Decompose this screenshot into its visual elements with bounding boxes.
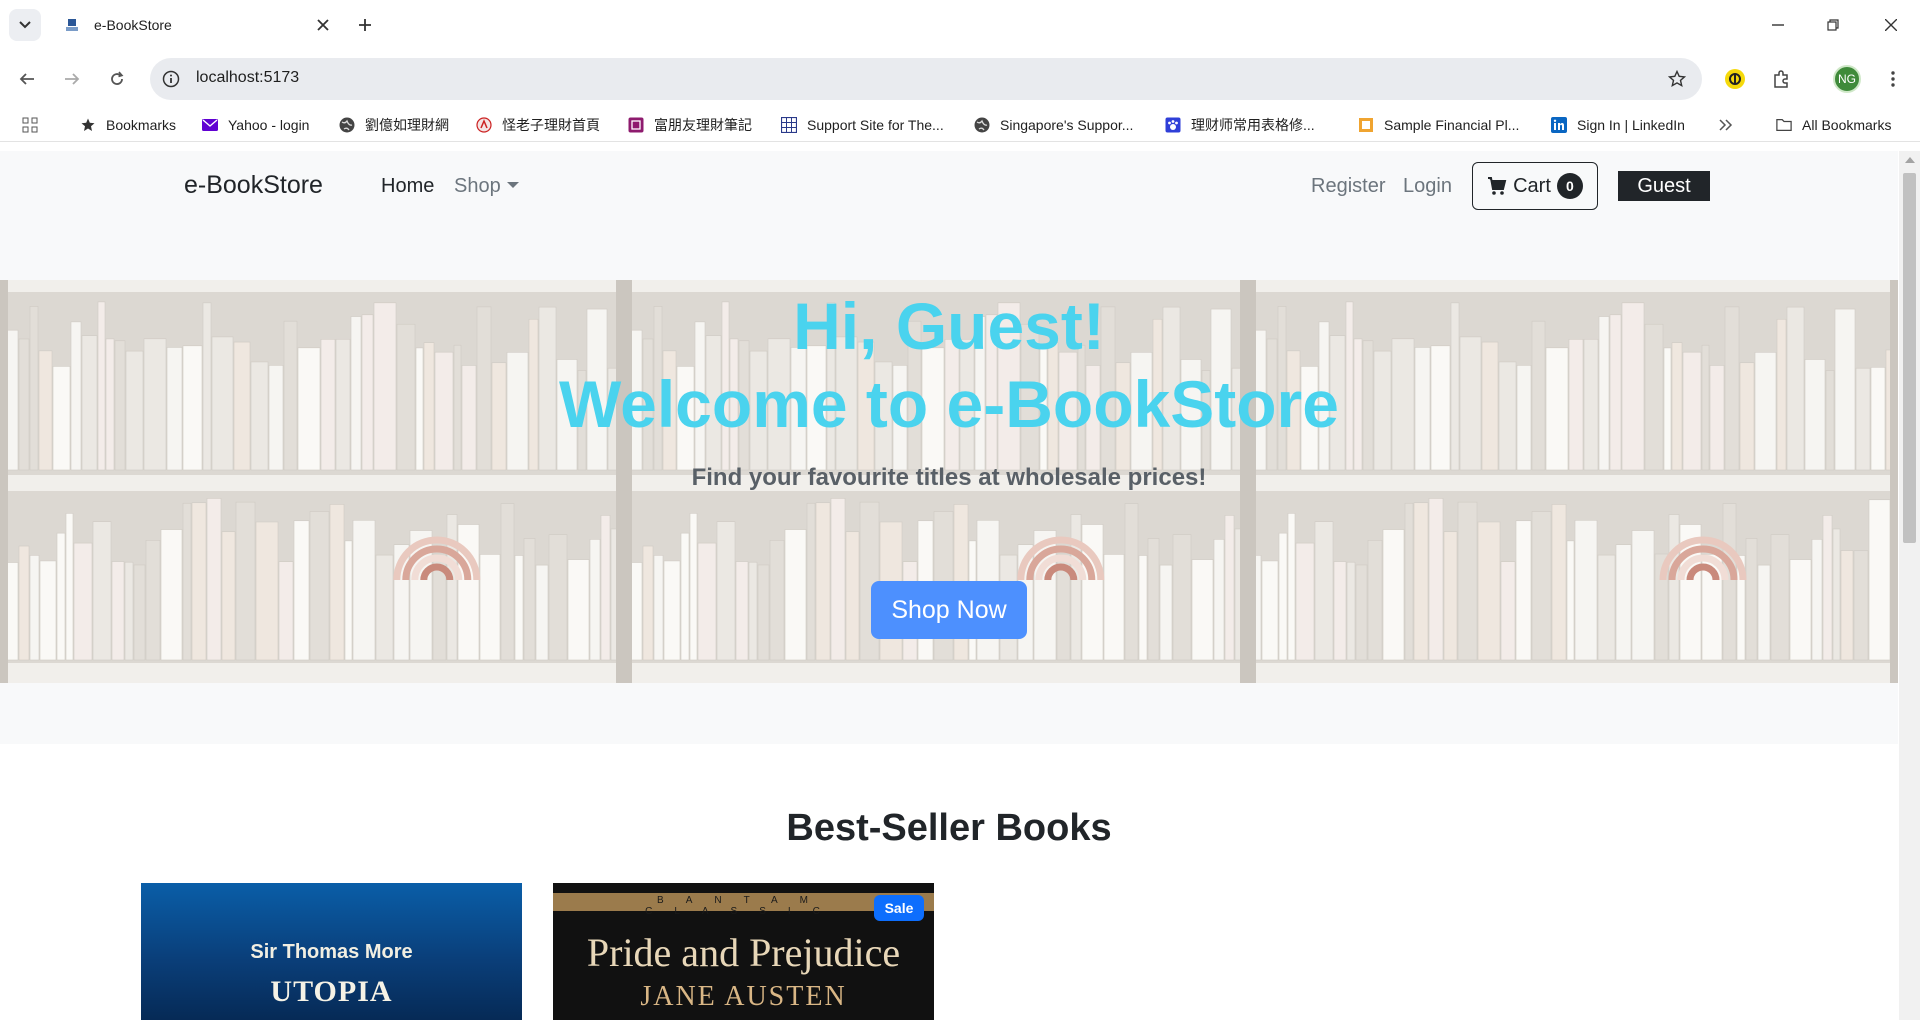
hero-subtitle: Find your favourite titles at wholesale … [691, 464, 1207, 491]
back-arrow-icon[interactable] [12, 64, 42, 94]
shopping-cart-icon [1487, 176, 1507, 196]
cart-count-badge: 0 [1556, 173, 1583, 199]
browser-tab[interactable]: e-BookStore [54, 6, 339, 44]
bookmark-label: 劉億如理財網 [365, 117, 449, 133]
bookmark-item[interactable]: 劉億如理財網 [339, 115, 449, 135]
bookmark-label: Sample Financial Pl... [1384, 117, 1520, 133]
cart-button[interactable]: Cart 0 [1472, 162, 1598, 210]
close-tab-icon[interactable] [313, 15, 333, 35]
kebab-menu-icon[interactable] [1878, 64, 1908, 94]
shop-now-button[interactable]: Shop Now [871, 581, 1027, 639]
book-author: Sir Thomas More [250, 941, 413, 963]
bookmark-item[interactable]: 怪老子理財首頁 [476, 115, 600, 135]
linkedin-icon [1551, 117, 1567, 133]
sale-badge: Sale [874, 895, 924, 921]
profile-avatar[interactable]: NG [1833, 65, 1861, 93]
bookmark-item[interactable]: Sign In | LinkedIn [1551, 115, 1685, 135]
address-bar[interactable]: localhost:5173 [150, 58, 1702, 100]
scroll-thumb[interactable] [1903, 173, 1916, 543]
site-logo-icon [476, 117, 492, 133]
nav-shop-label: Shop [454, 175, 501, 197]
book-author: JANE AUSTEN [640, 981, 847, 1012]
bookmark-label: Yahoo - login [228, 117, 310, 133]
more-bookmarks-chevron-icon[interactable] [1719, 115, 1733, 135]
scroll-up-arrow-icon[interactable] [1905, 157, 1915, 163]
nav-login-link[interactable]: Login [1403, 175, 1452, 198]
bookmark-item[interactable]: 富朋友理財筆記 [628, 115, 752, 135]
brand-logo[interactable]: e-BookStore [184, 171, 323, 200]
bookmark-label: Support Site for The... [807, 117, 944, 133]
hero-greeting: Hi, Guest! [793, 289, 1105, 363]
bookmark-label: Bookmarks [106, 117, 177, 133]
bookmark-item[interactable]: Support Site for The... [781, 115, 944, 135]
paw-icon [1165, 117, 1181, 133]
browser-toolbar: localhost:5173 NG [0, 50, 1920, 108]
site-navbar: e-BookStore Home Shop Register Login Car… [0, 151, 1898, 281]
reload-icon[interactable] [102, 64, 132, 94]
page-scrollbar[interactable] [1899, 151, 1920, 1020]
nav-shop-dropdown[interactable]: Shop [454, 175, 519, 198]
minimize-window-icon[interactable] [1763, 10, 1793, 40]
chevron-down-icon [19, 21, 31, 29]
bookmark-label: 富朋友理財筆記 [654, 117, 752, 133]
browser-tab-bar: e-BookStore [0, 0, 1920, 50]
extensions-puzzle-icon[interactable] [1766, 64, 1796, 94]
book-title: UTOPIA [270, 975, 393, 1008]
site-logo-icon [1358, 117, 1374, 133]
book-card-utopia[interactable]: Sir Thomas More UTOPIA [141, 883, 522, 1020]
plus-icon [359, 19, 371, 31]
apps-grid-icon[interactable] [22, 115, 38, 135]
bookmark-star-icon[interactable] [1666, 68, 1688, 90]
grid-site-icon [781, 117, 797, 133]
hero-welcome-heading: Welcome to e-BookStore [559, 367, 1339, 441]
site-logo-icon [628, 117, 644, 133]
all-bookmarks-label: All Bookmarks [1802, 117, 1892, 133]
site-favicon-icon [64, 17, 80, 33]
tab-title: e-BookStore [94, 17, 172, 33]
bookmark-label: 理财师常用表格修... [1191, 117, 1315, 133]
tab-search-button[interactable] [9, 9, 41, 41]
bookmark-label: Sign In | LinkedIn [1577, 117, 1685, 133]
bookmark-item[interactable]: 理财师常用表格修... [1165, 115, 1315, 135]
url-text[interactable]: localhost:5173 [196, 69, 299, 87]
yahoo-mail-icon [202, 117, 218, 133]
all-bookmarks-folder[interactable]: All Bookmarks [1776, 115, 1891, 135]
close-window-icon[interactable] [1876, 10, 1906, 40]
user-badge[interactable]: Guest [1618, 171, 1710, 201]
bookmark-label: Singapore's Suppor... [1000, 117, 1134, 133]
bookmark-item[interactable]: Yahoo - login [202, 115, 309, 135]
globe-icon [339, 117, 355, 133]
page-viewport: e-BookStore Home Shop Register Login Car… [0, 151, 1898, 1020]
forward-arrow-icon[interactable] [57, 64, 87, 94]
bookmark-item[interactable]: Sample Financial Pl... [1358, 115, 1519, 135]
new-tab-button[interactable] [352, 12, 378, 38]
cart-label: Cart [1513, 174, 1551, 197]
nav-home-link[interactable]: Home [381, 175, 434, 198]
extension-icon[interactable] [1720, 64, 1750, 94]
caret-down-icon [506, 181, 519, 188]
bookmark-item[interactable]: Bookmarks [80, 115, 176, 135]
restore-window-icon[interactable] [1818, 10, 1848, 40]
site-info-icon[interactable] [160, 68, 182, 90]
book-title: Pride and Prejudice [586, 930, 901, 975]
nav-register-link[interactable]: Register [1311, 175, 1385, 198]
bookmark-item[interactable]: Singapore's Suppor... [974, 115, 1133, 135]
star-icon [80, 117, 96, 133]
bookmarks-bar: Bookmarks Yahoo - login 劉億如理財網 怪老子理財首頁 富… [0, 108, 1920, 142]
folder-icon [1776, 117, 1792, 133]
bookmark-label: 怪老子理財首頁 [502, 117, 600, 133]
bestsellers-heading: Best-Seller Books [786, 807, 1112, 849]
globe-icon [974, 117, 990, 133]
